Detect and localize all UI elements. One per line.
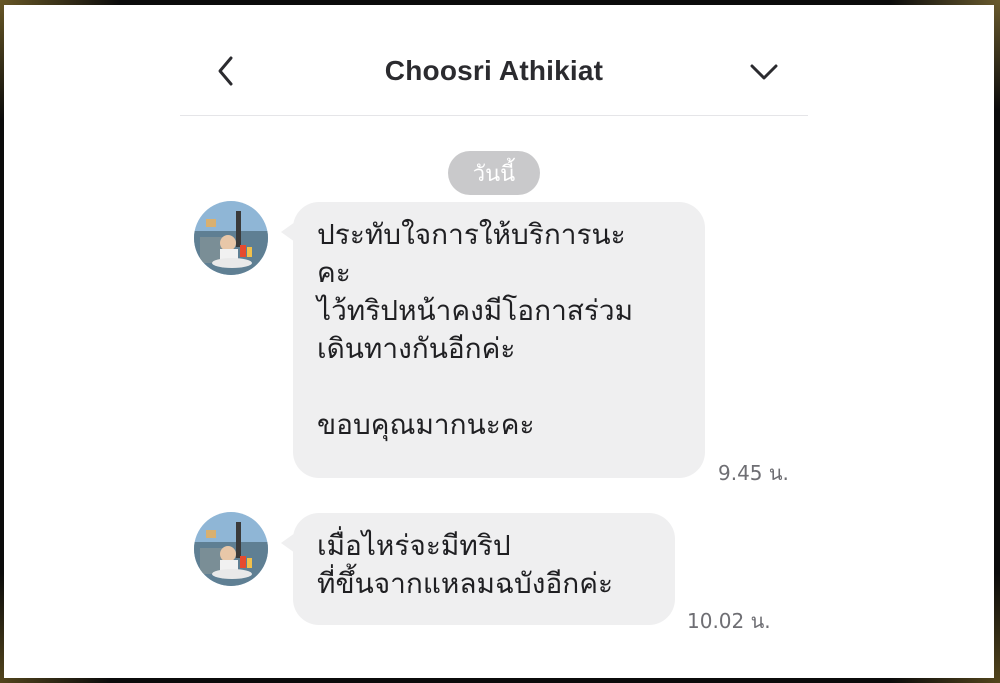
contact-avatar[interactable]: [194, 201, 268, 275]
message-line: ขอบคุณมากนะคะ: [317, 408, 535, 441]
message-timestamp: 10.02 น.: [687, 609, 771, 633]
message-bubble[interactable]: ประทับใจการให้บริการนะ คะ ไว้ทริปหน้าคงม…: [281, 202, 705, 478]
expand-menu-button[interactable]: [744, 51, 784, 91]
message-line: ไว้ทริปหน้าคงมีโอกาสร่วม: [317, 294, 634, 327]
date-separator: วันนี้: [448, 151, 540, 195]
contact-avatar[interactable]: [194, 512, 268, 586]
message-line: คะ: [317, 256, 351, 289]
contact-name: Choosri Athikiat: [384, 55, 604, 86]
back-button[interactable]: [206, 51, 246, 91]
chat-screen: Choosri Athikiat วันนี้ ประทับใจการให้บร…: [4, 5, 994, 678]
message-line: เมื่อไหร่จะมีทริป: [317, 529, 511, 562]
chevron-down-icon: [750, 64, 778, 80]
chat-header: Choosri Athikiat: [180, 45, 808, 116]
chevron-left-icon: [218, 56, 233, 86]
message-line: ที่ขึ้นจากแหลมฉบังอีกค่ะ: [317, 567, 613, 600]
message-bubble[interactable]: เมื่อไหร่จะมีทริป ที่ขึ้นจากแหลมฉบังอีกค…: [281, 513, 675, 625]
photo-frame: Choosri Athikiat วันนี้ ประทับใจการให้บร…: [0, 0, 1000, 683]
avatar-photo: [194, 201, 268, 275]
message-timestamp: 9.45 น.: [718, 461, 789, 485]
message-line: เดินทางกันอีกค่ะ: [317, 332, 516, 365]
message-line: ประทับใจการให้บริการนะ: [317, 218, 626, 251]
avatar-photo: [194, 512, 268, 586]
